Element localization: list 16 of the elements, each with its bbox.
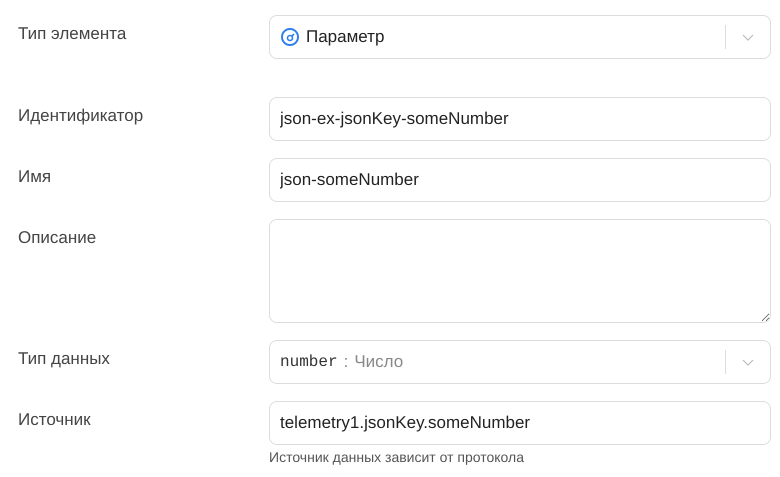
dropdown[interactable]: Параметр	[269, 15, 771, 59]
helper-text: Источник данных зависит от протокола	[269, 449, 525, 465]
field-label: Имя	[18, 166, 52, 188]
field-label: Тип данных	[18, 348, 111, 370]
selected-value: Параметр	[306, 27, 384, 47]
text-field[interactable]: telemetry1.jsonKey.someNumber	[269, 401, 771, 445]
field-label: Описание	[18, 227, 98, 249]
selected-value: Число	[354, 352, 404, 372]
field-label: Тип элемента	[18, 23, 128, 45]
chevron-down-icon	[742, 358, 754, 366]
chevron-down-icon	[742, 34, 754, 40]
description-field[interactable]	[269, 219, 771, 323]
type-code: number	[280, 353, 338, 371]
separator-colon: :	[344, 352, 348, 372]
field-label: Источник	[18, 409, 92, 431]
field-label: Идентификатор	[18, 105, 144, 127]
